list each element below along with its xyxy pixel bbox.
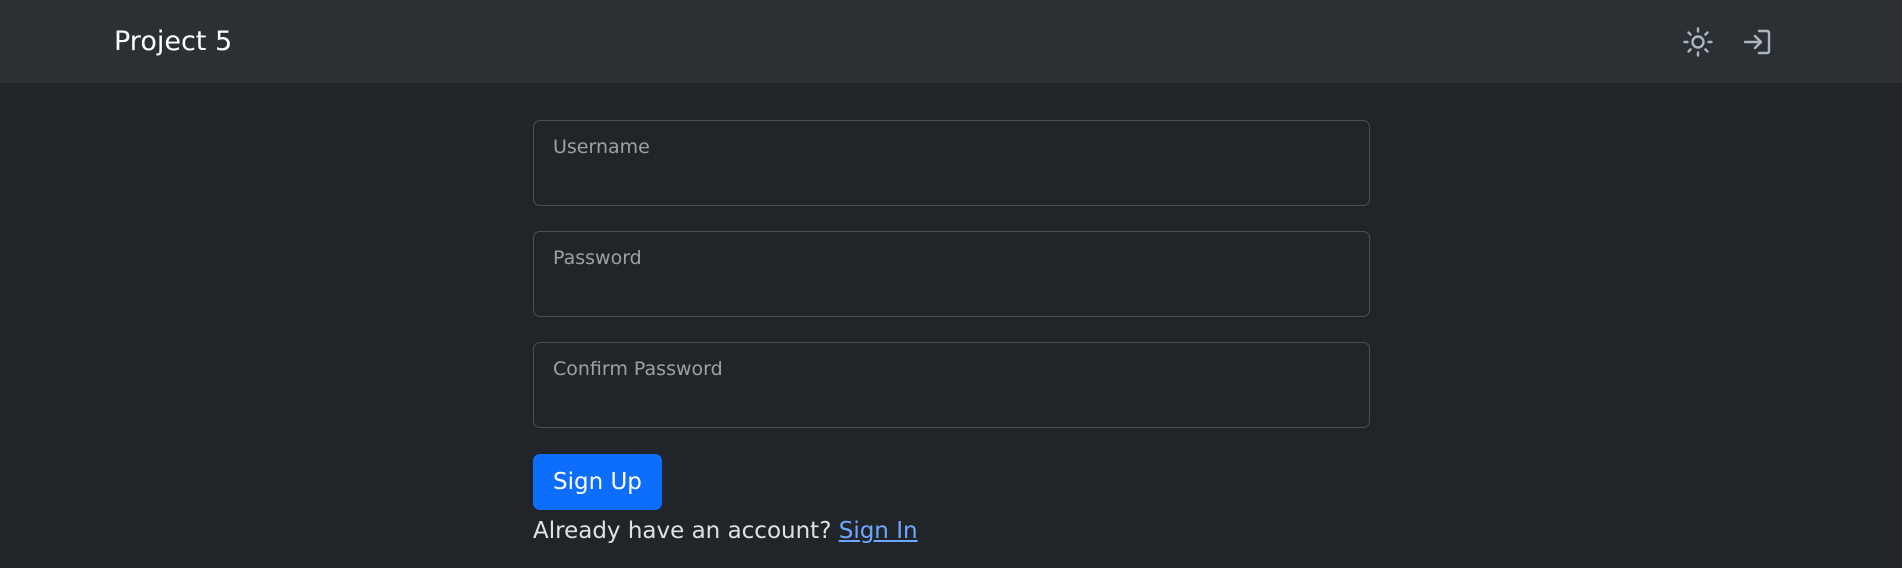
- sign-in-link[interactable]: Sign In: [839, 518, 918, 544]
- theme-toggle-button[interactable]: [1680, 24, 1716, 60]
- sign-in-icon: [1743, 29, 1771, 55]
- account-prompt: Already have an account? Sign In: [533, 514, 1370, 548]
- confirm-password-field-group: Confirm Password: [533, 342, 1370, 428]
- password-field-group: Password: [533, 231, 1370, 317]
- account-prompt-text: Already have an account?: [533, 518, 832, 544]
- login-button[interactable]: [1740, 24, 1776, 60]
- sun-icon: [1683, 27, 1713, 57]
- navbar: Project 5: [0, 0, 1902, 83]
- password-input[interactable]: [534, 232, 1369, 316]
- username-field-group: Username: [533, 120, 1370, 206]
- brand-link[interactable]: Project 5: [114, 22, 232, 62]
- signup-form: Username Password Confirm Password Sign …: [533, 120, 1370, 548]
- username-input[interactable]: [534, 121, 1369, 205]
- sign-up-button[interactable]: Sign Up: [533, 454, 662, 510]
- confirm-password-input[interactable]: [534, 343, 1369, 427]
